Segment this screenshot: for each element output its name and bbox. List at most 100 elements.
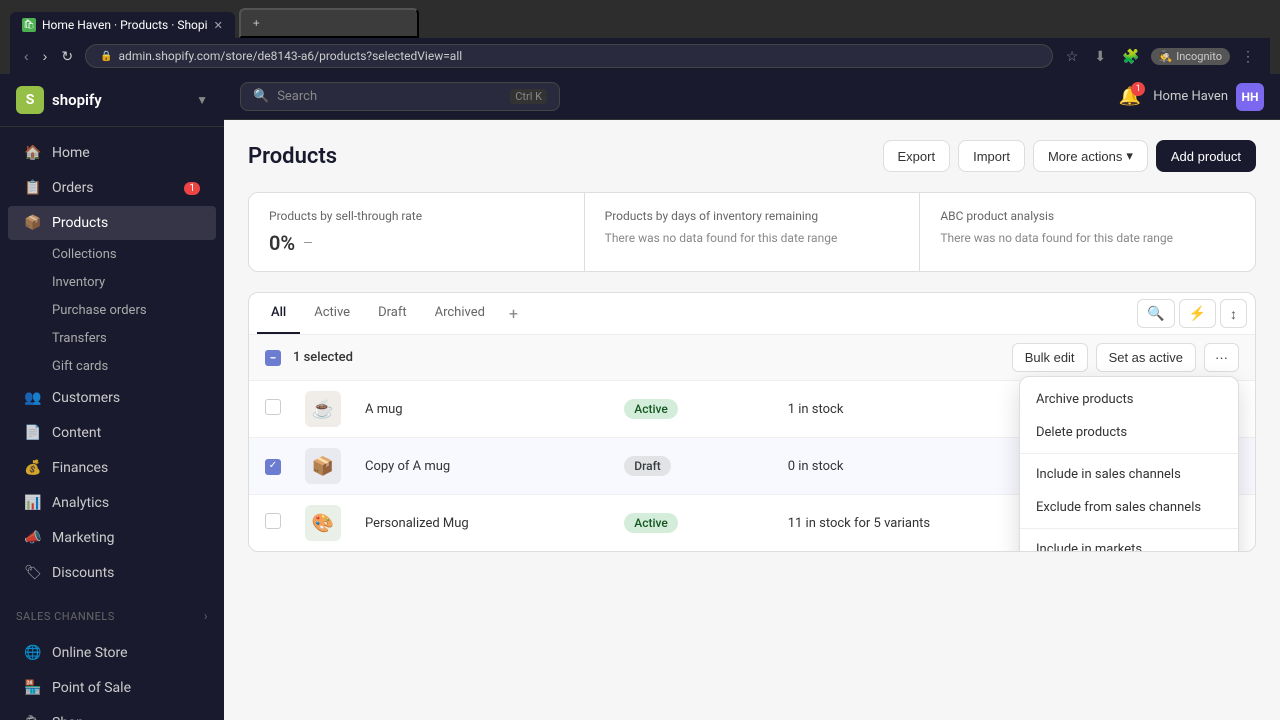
sidebar-item-home-label: Home — [52, 145, 90, 161]
bulk-select-checkbox[interactable] — [265, 350, 281, 366]
sidebar-item-transfers[interactable]: Transfers — [8, 325, 216, 352]
bookmark-button[interactable]: ☆ — [1061, 46, 1084, 67]
tab-active[interactable]: Active — [300, 293, 364, 334]
sell-through-number: 0% — [269, 231, 295, 255]
dropdown-menu: Archive products Delete products Include… — [1019, 376, 1239, 552]
orders-badge: 1 — [184, 182, 200, 195]
sidebar-item-inventory[interactable]: Inventory — [8, 269, 216, 296]
active-tab[interactable]: 🛍 Home Haven · Products · Shopi ✕ — [10, 12, 235, 38]
forward-button[interactable]: › — [39, 46, 52, 67]
tab-draft[interactable]: Draft — [364, 293, 421, 334]
lock-icon: 🔒 — [100, 51, 112, 62]
back-button[interactable]: ‹ — [20, 46, 33, 67]
download-button[interactable]: ⬇ — [1089, 46, 1111, 67]
product-3-name: Personalized Mug — [349, 495, 608, 552]
incognito-badge: 🕵 Incognito — [1151, 48, 1231, 65]
new-tab-button[interactable]: + — [239, 8, 419, 38]
discounts-icon: 🏷 — [24, 564, 42, 582]
store-button[interactable]: Home Haven HH — [1153, 83, 1264, 111]
notification-badge: 1 — [1131, 82, 1145, 96]
sidebar-item-shop[interactable]: 🛍 Shop — [8, 706, 216, 720]
row-2-checkbox[interactable] — [265, 459, 281, 475]
sidebar-item-transfers-label: Transfers — [52, 331, 107, 346]
dropdown-include-sales-channels[interactable]: Include in sales channels — [1020, 458, 1238, 491]
expand-icon[interactable]: › — [204, 609, 208, 623]
incognito-label: Incognito — [1176, 50, 1222, 63]
reload-button[interactable]: ↻ — [57, 46, 77, 67]
marketing-icon: 📣 — [24, 529, 42, 547]
sidebar-item-finances-label: Finances — [52, 460, 108, 476]
sidebar-item-customers[interactable]: 👥 Customers — [8, 381, 216, 415]
app-layout: S shopify ▼ 🏠 Home 📋 Orders 1 📦 Products… — [0, 74, 1280, 720]
sidebar-item-online-store[interactable]: 🌐 Online Store — [8, 636, 216, 670]
sales-channels-label: Sales channels — [16, 610, 115, 623]
table-tabs: All Active Draft Archived + — [257, 293, 1137, 334]
sidebar-item-pos[interactable]: 🏪 Point of Sale — [8, 671, 216, 705]
sidebar-item-products-label: Products — [52, 215, 108, 231]
url-bar[interactable]: 🔒 admin.shopify.com/store/de8143-a6/prod… — [85, 44, 1053, 68]
sort-button[interactable]: ↕ — [1220, 299, 1247, 328]
sidebar-item-gift-cards-label: Gift cards — [52, 359, 108, 374]
stat-inventory-no-data: There was no data found for this date ra… — [605, 231, 900, 245]
dropdown-exclude-sales-channels[interactable]: Exclude from sales channels — [1020, 491, 1238, 524]
row-1-checkbox[interactable] — [265, 399, 281, 415]
set-as-active-button[interactable]: Set as active — [1096, 343, 1196, 372]
customers-icon: 👥 — [24, 389, 42, 407]
bulk-selected-count: 1 selected — [293, 350, 353, 365]
store-selector-button[interactable]: ▼ — [196, 93, 208, 107]
product-1-status: Active — [624, 399, 678, 419]
page-header: Products Export Import More actions ▾ Ad… — [248, 140, 1256, 172]
shop-icon: 🛍 — [24, 714, 42, 720]
sidebar-item-collections[interactable]: Collections — [8, 241, 216, 268]
sidebar-item-products[interactable]: 📦 Products — [8, 206, 216, 240]
tab-title: Home Haven · Products · Shopi — [42, 18, 208, 32]
topbar: 🔍 Search Ctrl K 🔔 1 Home Haven HH — [224, 74, 1280, 120]
dropdown-include-markets[interactable]: Include in markets — [1020, 533, 1238, 552]
stat-inventory-label: Products by days of inventory remaining — [605, 209, 900, 223]
table-toolbar: 🔍 ⚡ ↕ — [1137, 299, 1247, 328]
sidebar-item-marketing-label: Marketing — [52, 530, 115, 546]
sidebar-item-analytics-label: Analytics — [52, 495, 109, 511]
sidebar: S shopify ▼ 🏠 Home 📋 Orders 1 📦 Products… — [0, 74, 224, 720]
sidebar-item-purchase-orders-label: Purchase orders — [52, 303, 147, 318]
bulk-action-bar: 1 selected Bulk edit Set as active ··· A… — [249, 335, 1255, 381]
sidebar-item-analytics[interactable]: 📊 Analytics — [8, 486, 216, 520]
sidebar-item-collections-label: Collections — [52, 247, 117, 262]
shopify-logo-text: shopify — [52, 91, 102, 109]
export-button[interactable]: Export — [883, 140, 951, 172]
sidebar-item-discounts[interactable]: 🏷 Discounts — [8, 556, 216, 590]
tab-close-button[interactable]: ✕ — [214, 19, 223, 32]
dropdown-divider-1 — [1020, 453, 1238, 454]
bulk-more-button[interactable]: ··· — [1204, 343, 1239, 372]
dropdown-archive-products[interactable]: Archive products — [1020, 383, 1238, 416]
store-avatar: HH — [1236, 83, 1264, 111]
browser-menu-button[interactable]: ⋮ — [1236, 46, 1260, 67]
more-actions-wrapper: More actions ▾ — [1033, 140, 1148, 172]
add-tab-button[interactable]: + — [503, 296, 524, 331]
sidebar-item-content[interactable]: 📄 Content — [8, 416, 216, 450]
dropdown-delete-products[interactable]: Delete products — [1020, 416, 1238, 449]
sidebar-item-finances[interactable]: 💰 Finances — [8, 451, 216, 485]
tab-archived[interactable]: Archived — [421, 293, 499, 334]
extensions-button[interactable]: 🧩 — [1117, 46, 1144, 67]
sidebar-item-marketing[interactable]: 📣 Marketing — [8, 521, 216, 555]
browser-tabs: 🛍 Home Haven · Products · Shopi ✕ + — [10, 8, 1270, 38]
filter-button[interactable]: ⚡ — [1179, 299, 1216, 328]
sidebar-item-purchase-orders[interactable]: Purchase orders — [8, 297, 216, 324]
search-bar[interactable]: 🔍 Search Ctrl K — [240, 82, 560, 111]
sidebar-item-orders[interactable]: 📋 Orders 1 — [8, 171, 216, 205]
browser-chrome: 🛍 Home Haven · Products · Shopi ✕ + ‹ › … — [0, 0, 1280, 74]
sidebar-item-home[interactable]: 🏠 Home — [8, 136, 216, 170]
sidebar-item-gift-cards[interactable]: Gift cards — [8, 353, 216, 380]
stat-abc-label: ABC product analysis — [940, 209, 1235, 223]
notification-button[interactable]: 🔔 1 — [1119, 86, 1141, 107]
search-table-button[interactable]: 🔍 — [1137, 299, 1174, 328]
import-button[interactable]: Import — [958, 140, 1025, 172]
header-actions: Export Import More actions ▾ Add product — [883, 140, 1256, 172]
bulk-edit-button[interactable]: Bulk edit — [1012, 343, 1088, 372]
home-icon: 🏠 — [24, 144, 42, 162]
tab-all[interactable]: All — [257, 293, 300, 334]
more-actions-button[interactable]: More actions ▾ — [1033, 140, 1148, 172]
add-product-button[interactable]: Add product — [1156, 140, 1256, 172]
row-3-checkbox[interactable] — [265, 513, 281, 529]
